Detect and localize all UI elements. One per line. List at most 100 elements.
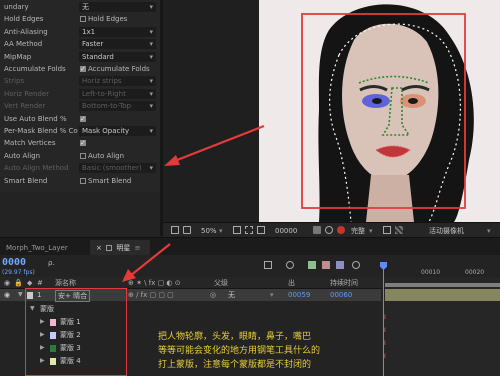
effect-row[interactable]: Hold Edges Hold Edges	[0, 13, 160, 25]
snapshot-icon[interactable]	[313, 226, 321, 234]
channel-icon[interactable]	[337, 226, 345, 234]
effect-row-label: Use Auto Blend %	[4, 114, 67, 123]
effect-dropdown[interactable]: Basic (smoother) ▾	[79, 163, 156, 174]
composition-viewer[interactable]	[259, 0, 500, 222]
frame-blending-icon[interactable]	[322, 261, 330, 269]
composition-icon	[106, 245, 113, 251]
lock-icon[interactable]: 🔒	[14, 277, 23, 289]
effect-row[interactable]: Per-Mask Blend % Co Mask Opacity ▾	[0, 125, 160, 137]
effect-row[interactable]: AA Method Faster ▾	[0, 38, 160, 50]
grid-icon[interactable]	[245, 226, 253, 234]
resolution-dropdown[interactable]: 完整	[351, 226, 365, 236]
effect-row[interactable]: Auto Align Auto Align	[0, 150, 160, 162]
av-features-icon[interactable]: ◉	[4, 277, 10, 289]
playhead[interactable]	[383, 262, 384, 376]
effect-row-label: Auto Align	[4, 151, 41, 160]
effect-checkbox[interactable]	[80, 113, 86, 125]
close-icon[interactable]: ×	[96, 244, 102, 252]
effect-row[interactable]: Horiz Render Left-to-Right ▾	[0, 88, 160, 100]
checkbox-label: Smart Blend	[88, 176, 132, 185]
ruler-tick: 00010	[421, 269, 441, 276]
layer-out-point[interactable]: 00059	[288, 289, 310, 301]
motion-blur-icon[interactable]	[336, 261, 344, 269]
graph-editor-icon[interactable]	[352, 261, 360, 269]
zoom-chevron-icon[interactable]: ▾	[219, 226, 223, 236]
effect-dropdown[interactable]: Bottom-to-Top ▾	[79, 101, 156, 112]
timeline-tabs: Morph_Two_Layer × 明星 ≡	[0, 237, 500, 256]
expand-triangle-icon[interactable]: ▼	[18, 289, 23, 301]
effect-dropdown[interactable]: 无 ▾	[79, 2, 156, 12]
chevron-down-icon: ▾	[149, 52, 153, 61]
region-of-interest-icon[interactable]	[383, 226, 391, 234]
current-time[interactable]: 00000	[275, 226, 297, 236]
effect-row[interactable]: Vert Render Bottom-to-Top ▾	[0, 100, 160, 112]
tab-morph-two-layer[interactable]: Morph_Two_Layer	[0, 242, 90, 254]
effect-row-label: Horiz Render	[4, 89, 50, 98]
effect-row[interactable]: Match Vertices	[0, 137, 160, 149]
effect-row[interactable]: Anti-Aliasing 1x1 ▾	[0, 26, 160, 38]
timeline-search-input[interactable]: ρ.	[48, 259, 88, 271]
transparency-grid-icon[interactable]	[395, 226, 403, 234]
time-ruler[interactable]: 00010 00020	[381, 255, 500, 277]
effect-dropdown[interactable]: Left-to-Right ▾	[79, 88, 156, 99]
effect-row[interactable]: Auto Align Method Basic (smoother) ▾	[0, 162, 160, 174]
resolution-chevron-icon[interactable]: ▾	[369, 226, 373, 236]
effect-checkbox[interactable]	[80, 152, 86, 159]
chevron-down-icon: ▾	[149, 40, 153, 49]
layer-duration-bar[interactable]	[385, 289, 500, 301]
effect-dropdown[interactable]: Mask Opacity ▾	[79, 126, 156, 136]
region-icon[interactable]	[257, 226, 265, 234]
effect-row-label: undary	[4, 3, 29, 11]
mask-keyframe[interactable]: I	[384, 315, 388, 321]
parent-dropdown[interactable]: 无	[228, 289, 235, 301]
always-preview-icon[interactable]	[171, 226, 179, 234]
mask-keyframe[interactable]: I	[384, 341, 388, 347]
hide-shy-icon[interactable]	[308, 261, 316, 269]
chevron-down-icon: ▾	[149, 89, 153, 98]
camera-chevron-icon[interactable]: ▾	[487, 226, 491, 236]
dropdown-value: 无	[82, 3, 89, 11]
timeline-timecode[interactable]: 0000	[2, 257, 26, 268]
effect-dropdown[interactable]: Faster ▾	[79, 39, 156, 50]
safe-margins-icon[interactable]	[233, 226, 241, 234]
effect-dropdown[interactable]: 1x1 ▾	[79, 26, 156, 37]
dropdown-value: Basic (smoother)	[82, 164, 142, 173]
mask-keyframe[interactable]: I	[384, 328, 388, 334]
effect-dropdown[interactable]: Standard ▾	[79, 51, 156, 62]
comp-mini-flowchart-icon[interactable]	[264, 261, 272, 269]
mask-keyframe[interactable]: I	[384, 354, 388, 360]
out-header[interactable]: 出	[288, 277, 295, 289]
effect-checkbox[interactable]	[80, 63, 86, 75]
effect-row[interactable]: Accumulate Folds Accumulate Folds	[0, 63, 160, 75]
effect-checkbox[interactable]	[80, 177, 86, 184]
parent-chevron-icon[interactable]: ▾	[270, 289, 274, 301]
effect-row[interactable]: undary 无 ▾	[0, 1, 160, 13]
visibility-icon[interactable]: ◉	[4, 289, 10, 301]
layer-duration[interactable]: 00060	[330, 289, 352, 301]
chevron-down-icon: ▾	[149, 3, 153, 11]
show-snapshot-icon[interactable]	[325, 226, 333, 234]
layer-switches[interactable]: ⊕ ∕ fx ▢ ▢ ▢	[128, 289, 174, 301]
effect-row[interactable]: Strips Horiz strips ▾	[0, 75, 160, 87]
effect-dropdown[interactable]: Horiz strips ▾	[79, 76, 156, 87]
effect-row[interactable]: Smart Blend Smart Blend	[0, 175, 160, 187]
effect-row[interactable]: MipMap Standard ▾	[0, 51, 160, 63]
duration-header[interactable]: 持续时间	[330, 277, 358, 289]
effect-row-label: Anti-Aliasing	[4, 27, 48, 36]
zoom-dropdown[interactable]: 50%	[201, 226, 217, 236]
annotation-box-masks	[25, 288, 127, 376]
effect-row-label: MipMap	[4, 52, 32, 61]
effect-row[interactable]: Use Auto Blend %	[0, 113, 160, 125]
chevron-down-icon: ▾	[149, 102, 153, 111]
effect-checkbox[interactable]	[80, 137, 86, 149]
effect-checkbox[interactable]	[80, 16, 86, 23]
mask-view-icon[interactable]	[183, 226, 191, 234]
draft-3d-icon[interactable]	[286, 261, 294, 269]
dropdown-value: Left-to-Right	[82, 89, 126, 98]
work-area-bar[interactable]	[385, 283, 500, 287]
camera-dropdown[interactable]: 活动摄像机	[429, 226, 464, 236]
parent-header[interactable]: 父级	[214, 277, 228, 289]
pick-whip-icon[interactable]: ◎	[210, 289, 216, 301]
effect-row-label: Match Vertices	[4, 139, 56, 148]
dropdown-value: Horiz strips	[82, 77, 122, 86]
